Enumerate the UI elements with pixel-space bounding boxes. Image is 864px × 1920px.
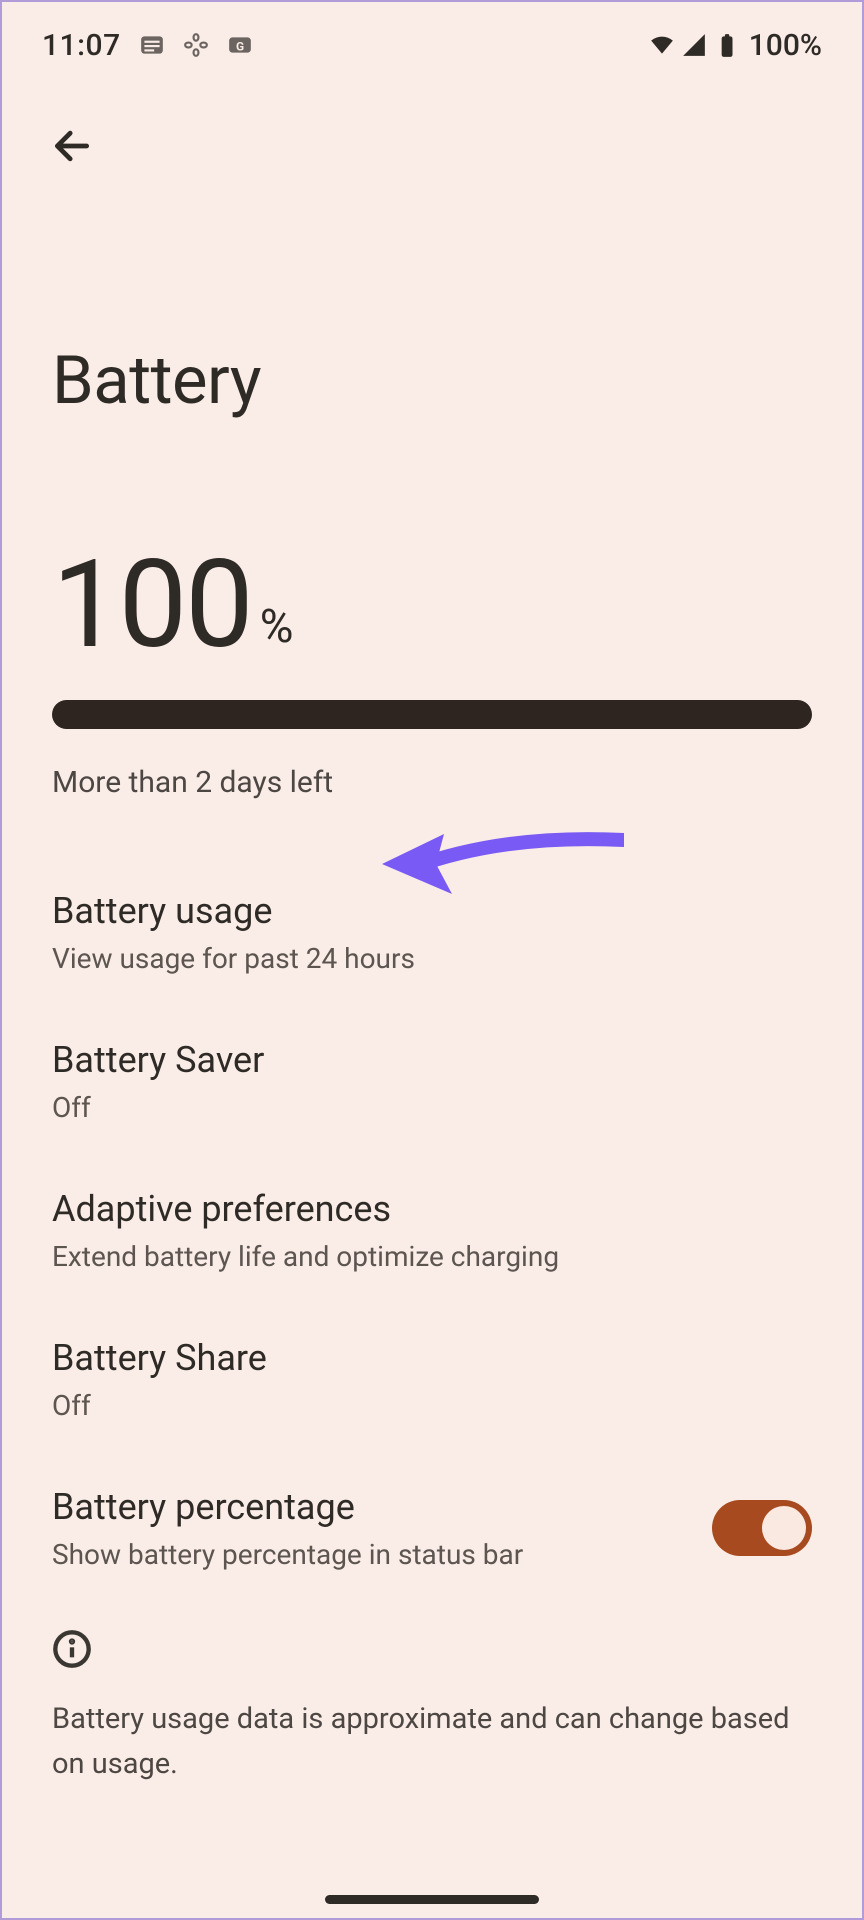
status-bar: 11:07 G 100% <box>2 2 862 74</box>
item-subtitle: Extend battery life and optimize chargin… <box>52 1240 812 1273</box>
info-block: Battery usage data is approximate and ca… <box>2 1605 862 1787</box>
arrow-back-icon <box>50 124 94 168</box>
item-battery-percentage[interactable]: Battery percentage Show battery percenta… <box>52 1456 812 1605</box>
info-icon <box>52 1629 92 1669</box>
page-title: Battery <box>2 174 862 420</box>
settings-list: Battery usage View usage for past 24 hou… <box>2 800 862 1605</box>
item-title: Adaptive preferences <box>52 1188 812 1230</box>
battery-progress-bar <box>52 700 812 729</box>
messages-icon <box>139 32 165 58</box>
item-title: Battery percentage <box>52 1486 692 1528</box>
wifi-icon <box>649 32 675 58</box>
status-left: 11:07 G <box>42 28 253 63</box>
battery-hero: 100 % More than 2 days left <box>2 420 862 800</box>
news-icon: G <box>227 32 253 58</box>
battery-estimate: More than 2 days left <box>52 765 812 800</box>
pinwheel-icon <box>183 32 209 58</box>
svg-text:G: G <box>236 39 244 53</box>
battery-unit: % <box>260 600 294 660</box>
item-adaptive-preferences[interactable]: Adaptive preferences Extend battery life… <box>52 1158 812 1307</box>
toolbar <box>2 74 862 174</box>
battery-icon <box>713 32 739 58</box>
item-title: Battery Share <box>52 1337 812 1379</box>
item-subtitle: Show battery percentage in status bar <box>52 1538 692 1571</box>
battery-percentage-toggle[interactable] <box>712 1500 812 1556</box>
status-battery-text: 100% <box>749 28 822 63</box>
battery-number: 100 <box>52 550 252 660</box>
item-subtitle: Off <box>52 1091 812 1124</box>
back-button[interactable] <box>44 118 100 174</box>
item-title: Battery usage <box>52 890 812 932</box>
info-text: Battery usage data is approximate and ca… <box>52 1697 812 1787</box>
signal-icon <box>681 32 707 58</box>
clock: 11:07 <box>42 28 121 63</box>
status-right: 100% <box>649 28 822 63</box>
item-battery-usage[interactable]: Battery usage View usage for past 24 hou… <box>52 860 812 1009</box>
item-battery-saver[interactable]: Battery Saver Off <box>52 1009 812 1158</box>
toggle-knob <box>762 1506 806 1550</box>
navigation-handle[interactable] <box>325 1895 539 1904</box>
settings-battery-screen: 11:07 G 100% Battery 100 % More than 2 d… <box>0 0 864 1920</box>
item-subtitle: Off <box>52 1389 812 1422</box>
item-battery-share[interactable]: Battery Share Off <box>52 1307 812 1456</box>
item-title: Battery Saver <box>52 1039 812 1081</box>
battery-value: 100 % <box>52 550 812 660</box>
item-subtitle: View usage for past 24 hours <box>52 942 812 975</box>
